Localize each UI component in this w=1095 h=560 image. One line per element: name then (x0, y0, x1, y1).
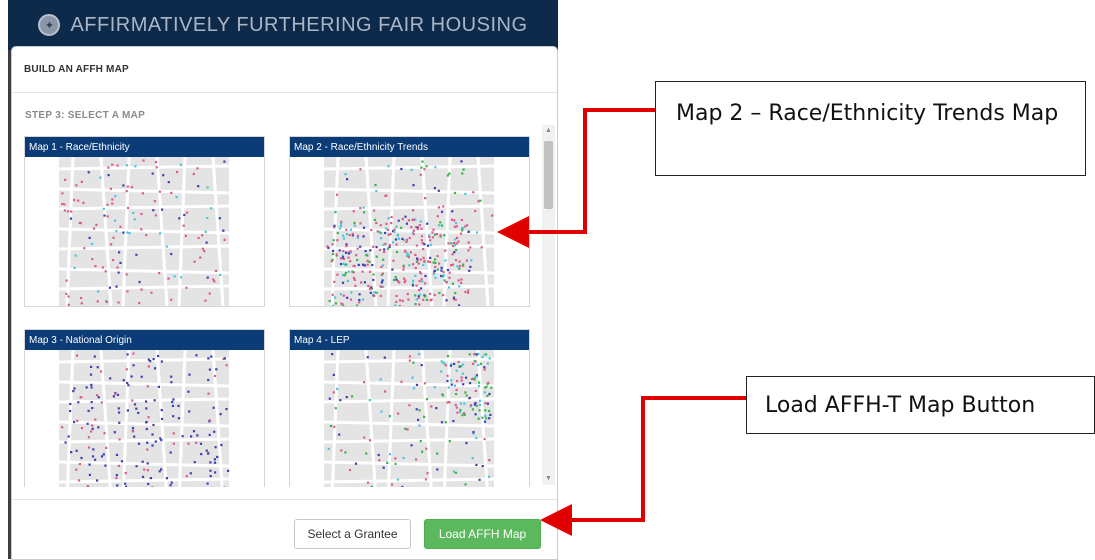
arrow-to-map2 (497, 108, 655, 248)
arrow-to-load-button (540, 396, 746, 536)
callout-map2: Map 2 – Race/Ethnicity Trends Map (655, 81, 1086, 176)
callout-load-button: Load AFFH-T Map Button (746, 376, 1095, 434)
